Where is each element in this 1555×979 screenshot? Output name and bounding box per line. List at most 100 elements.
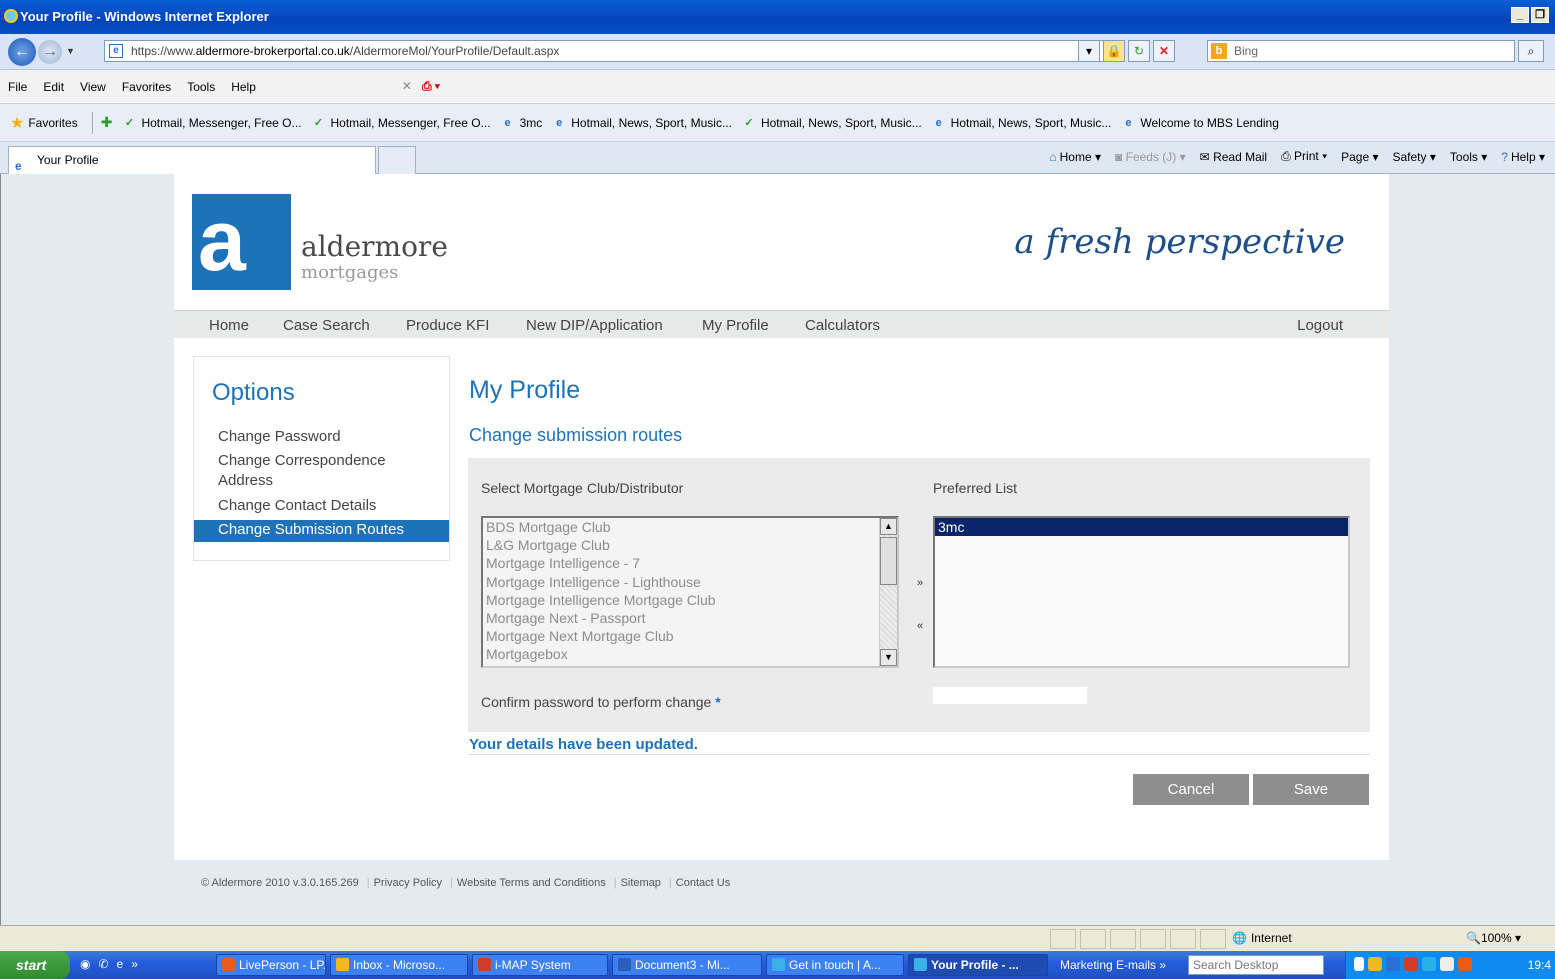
search-icon[interactable]: ⌕ [1518,40,1544,62]
footer-terms-link[interactable]: Website Terms and Conditions [457,877,606,889]
minimize-button[interactable]: _ [1511,7,1529,23]
pdf-convert-icon[interactable]: ⎙ ▾ [422,79,440,94]
favorite-link[interactable]: ✓ Hotmail, Messenger, Free O... [122,115,302,130]
favorite-link[interactable]: ✓ Hotmail, Messenger, Free O... [312,116,491,130]
address-dropdown-icon[interactable]: ▾ [1078,40,1100,62]
zoom-control[interactable]: 🔍100% ▾ [1466,931,1521,945]
nav-home[interactable]: Home [209,317,249,334]
nav-my-profile[interactable]: My Profile [702,317,769,334]
taskbar-item-active[interactable]: Your Profile - ... [908,954,1048,976]
favorite-link[interactable]: e Hotmail, News, Sport, Music... [932,116,1112,130]
security-zone[interactable]: 🌐 Internet [1232,931,1292,945]
list-item[interactable]: BDS Mortgage Club [483,518,897,536]
feeds-button[interactable]: ◙ Feeds (J) ▾ [1115,150,1186,164]
aldermore-logo-icon[interactable]: a [192,194,291,290]
forward-button[interactable]: → [38,40,62,64]
favorites-button[interactable]: Favorites [28,116,77,130]
quicklaunch-icon[interactable]: ✆ [98,957,108,971]
list-item[interactable]: Mortgagebox [483,645,897,663]
nav-case-search[interactable]: Case Search [283,317,370,334]
footer-contact-link[interactable]: Contact Us [676,877,730,889]
read-mail-button[interactable]: ✉ Read Mail [1200,150,1267,164]
list-item[interactable]: Mortgage Next Mortgage Club [483,627,897,645]
start-button[interactable]: start [0,951,70,979]
scroll-down-icon[interactable]: ▼ [880,649,897,666]
preferred-listbox[interactable]: 3mc [933,516,1350,668]
favorite-link[interactable]: e Welcome to MBS Lending [1121,116,1279,130]
tools-menu[interactable]: Tools ▾ [1450,150,1487,164]
quicklaunch-icon[interactable]: ◉ [80,957,90,971]
scroll-thumb[interactable] [880,537,897,585]
list-item-selected[interactable]: 3mc [935,518,1348,537]
tray-clock-icon[interactable] [1368,957,1382,971]
add-favorite-icon[interactable]: ✚ [101,114,113,131]
favorite-link[interactable]: e Hotmail, News, Sport, Music... [552,116,732,130]
nav-calculators[interactable]: Calculators [805,317,880,334]
tray-network-icon[interactable] [1458,957,1472,971]
stop-icon[interactable]: ✕ [1153,40,1175,62]
list-item[interactable]: L&G Mortgage Club [483,536,897,554]
favorite-link[interactable]: e 3mc [501,116,543,130]
menu-edit[interactable]: Edit [43,80,64,94]
restore-button[interactable]: ❐ [1531,7,1549,23]
tray-acrobat-icon[interactable] [1404,957,1418,971]
favorite-link[interactable]: ✓ Hotmail, News, Sport, Music... [742,116,921,130]
save-button[interactable]: Save [1253,774,1369,805]
add-to-preferred-button[interactable]: » [913,575,927,591]
taskbar-item[interactable]: Inbox - Microso... [330,954,468,976]
menu-tools[interactable]: Tools [187,80,215,94]
menu-favorites[interactable]: Favorites [122,80,171,94]
menu-file[interactable]: File [8,80,27,94]
footer-privacy-link[interactable]: Privacy Policy [374,877,442,889]
new-tab-button[interactable] [378,146,416,174]
nav-produce-kfi[interactable]: Produce KFI [406,317,489,334]
tray-volume-icon[interactable] [1440,957,1454,971]
listbox-scrollbar[interactable]: ▲ ▼ [879,518,897,666]
cancel-button[interactable]: Cancel [1133,774,1249,805]
recent-pages-dropdown-icon[interactable]: ▼ [66,46,75,56]
home-button[interactable]: ⌂ Home ▾ [1049,150,1101,164]
print-button[interactable]: ⎙ Print ▾ [1281,149,1327,164]
taskbar-item[interactable]: LivePerson - LP... [216,954,326,976]
menu-help[interactable]: Help [231,80,256,94]
club-listbox[interactable]: BDS Mortgage Club L&G Mortgage Club Mort… [481,516,899,668]
tray-expand-icon[interactable] [1354,957,1364,971]
search-box[interactable]: b Bing [1207,40,1515,62]
refresh-icon[interactable]: ↻ [1128,40,1150,62]
list-item[interactable]: Mortgage Intelligence - Lighthouse [483,573,897,591]
tray-messenger-icon[interactable] [1422,957,1436,971]
list-item[interactable]: Mortgage Intelligence Mortgage Club [483,591,897,609]
tab-your-profile[interactable]: e Your Profile [8,146,376,174]
logout-link[interactable]: Logout [1297,317,1343,334]
option-change-correspondence-address[interactable]: Change Correspondence Address [218,451,438,491]
taskbar-item[interactable]: Get in touch | A... [766,954,904,976]
footer-sitemap-link[interactable]: Sitemap [621,877,661,889]
close-toolbar-icon[interactable]: ✕ [402,79,412,94]
list-item[interactable]: Mortgage Intelligence - 7 [483,554,897,572]
help-menu[interactable]: ? Help ▾ [1501,150,1545,164]
nav-new-dip-application[interactable]: New DIP/Application [526,317,663,334]
tray-search-icon[interactable] [1386,957,1400,971]
separator [91,111,93,134]
option-change-contact-details[interactable]: Change Contact Details [218,496,438,516]
password-field[interactable] [932,686,1088,705]
marketing-emails-toolbar[interactable]: Marketing E-mails » [1060,958,1166,972]
menu-view[interactable]: View [80,80,106,94]
favorite-label: Hotmail, Messenger, Free O... [141,115,302,130]
taskbar-item[interactable]: i-MAP System [472,954,608,976]
url-field[interactable]: e https://www.aldermore-brokerportal.co.… [104,40,1104,62]
remove-from-preferred-button[interactable]: « [913,618,927,634]
favorites-star-icon[interactable]: ★ [10,113,24,133]
scroll-up-icon[interactable]: ▲ [880,518,897,535]
list-item[interactable]: Mortgage Next - Passport [483,609,897,627]
page-menu[interactable]: Page ▾ [1341,150,1378,164]
taskbar-item[interactable]: Document3 - Mi... [612,954,762,976]
quicklaunch-more-icon[interactable]: » [131,957,138,971]
lock-icon[interactable]: 🔒 [1103,40,1125,62]
back-button[interactable]: ← [8,38,36,66]
option-change-password[interactable]: Change Password [218,427,438,447]
desktop-search-input[interactable]: Search Desktop [1188,955,1324,975]
option-change-submission-routes[interactable]: Change Submission Routes [194,520,449,542]
safety-menu[interactable]: Safety ▾ [1393,150,1436,164]
quicklaunch-ie-icon[interactable]: e [117,957,124,971]
